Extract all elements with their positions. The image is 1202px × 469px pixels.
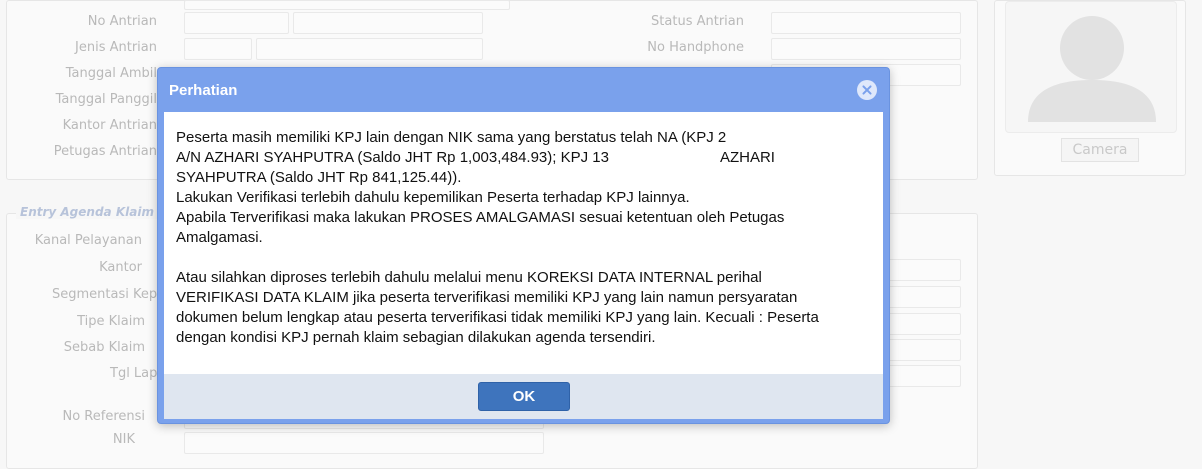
label-kantor-antrian: Kantor Antrian bbox=[62, 118, 157, 133]
label-no-handphone: No Handphone bbox=[647, 40, 744, 55]
camera-button[interactable]: Camera bbox=[1061, 138, 1139, 162]
agenda-right-input-3[interactable] bbox=[885, 313, 961, 335]
jenis-antrian-input-2[interactable] bbox=[256, 38, 483, 60]
ok-button[interactable]: OK bbox=[478, 382, 570, 411]
agenda-right-input-1[interactable] bbox=[885, 259, 961, 281]
user-silhouette-icon bbox=[1028, 16, 1156, 122]
label-tanggal-panggil: Tanggal Panggil bbox=[55, 92, 157, 107]
message-line: SYAHPUTRA (Saldo JHT Rp 841,125.44)). bbox=[176, 169, 462, 186]
label-jenis-antrian: Jenis Antrian bbox=[75, 40, 157, 55]
label-tanggal-ambil: Tanggal Ambil bbox=[65, 66, 157, 81]
label-petugas-antrian: Petugas Antrian bbox=[53, 144, 157, 159]
message-line: dengan kondisi KPJ pernah klaim sebagian… bbox=[176, 329, 656, 346]
photo-panel: Camera bbox=[994, 0, 1186, 176]
warning-dialog: Perhatian Peserta masih memiliki KPJ lai… bbox=[157, 67, 890, 424]
label-status-antrian: Status Antrian bbox=[651, 14, 744, 29]
message-line: Apabila Terverifikasi maka lakukan PROSE… bbox=[176, 209, 785, 226]
jenis-antrian-input-1[interactable] bbox=[184, 38, 252, 60]
no-antrian-input-2[interactable] bbox=[293, 12, 483, 34]
label-sebab-klaim: Sebab Klaim bbox=[63, 340, 145, 355]
message-line: Atau silahkan diproses terlebih dahulu m… bbox=[176, 269, 762, 286]
label-no-referensi: No Referensi bbox=[62, 409, 145, 424]
avatar bbox=[1005, 1, 1177, 133]
dialog-title: Perhatian bbox=[169, 82, 238, 99]
message-line: Lakukan Verifikasi terlebih dahulu kepem… bbox=[176, 189, 690, 206]
label-kanal-pelayanan: Kanal Pelayanan bbox=[34, 233, 142, 248]
message-line: Amalgamasi. bbox=[176, 229, 263, 246]
label-tipe-klaim: Tipe Klaim bbox=[77, 314, 145, 329]
dialog-header: Perhatian bbox=[158, 68, 889, 112]
agenda-right-input-4[interactable] bbox=[885, 339, 961, 361]
label-tgl-lapor: Tgl Lapor bbox=[110, 366, 157, 381]
dialog-footer: OK bbox=[164, 374, 883, 419]
no-antrian-input-1[interactable] bbox=[184, 12, 289, 34]
message-line: dokumen belum lengkap atau peserta terve… bbox=[176, 309, 819, 326]
message-text: A/N AZHARI SYAHPUTRA (Saldo JHT Rp 1,003… bbox=[176, 149, 609, 166]
message-line: VERIFIKASI DATA KLAIM jika peserta terve… bbox=[176, 289, 798, 306]
redacted-mask bbox=[608, 151, 720, 166]
agenda-right-input-5[interactable] bbox=[885, 365, 961, 387]
label-kantor: Kantor bbox=[99, 260, 142, 275]
label-nik: NIK bbox=[112, 432, 135, 447]
status-antrian-input[interactable] bbox=[771, 12, 961, 34]
agenda-right-input-2[interactable] bbox=[885, 286, 961, 308]
close-icon[interactable] bbox=[857, 80, 877, 100]
entry-agenda-legend: Entry Agenda Klaim bbox=[16, 205, 158, 219]
message-text: AZHARI bbox=[719, 149, 775, 166]
top-input-strip[interactable] bbox=[184, 0, 510, 10]
label-segmentasi: Segmentasi Kepsertaan bbox=[52, 287, 157, 302]
dialog-message: Peserta masih memiliki KPJ lain dengan N… bbox=[164, 112, 883, 374]
message-line: Peserta masih memiliki KPJ lain dengan N… bbox=[176, 129, 727, 146]
no-handphone-input[interactable] bbox=[771, 38, 961, 60]
message-line: A/N AZHARI SYAHPUTRA (Saldo JHT Rp 1,003… bbox=[176, 148, 871, 168]
label-no-antrian: No Antrian bbox=[87, 14, 157, 29]
nik-input[interactable] bbox=[184, 432, 544, 454]
